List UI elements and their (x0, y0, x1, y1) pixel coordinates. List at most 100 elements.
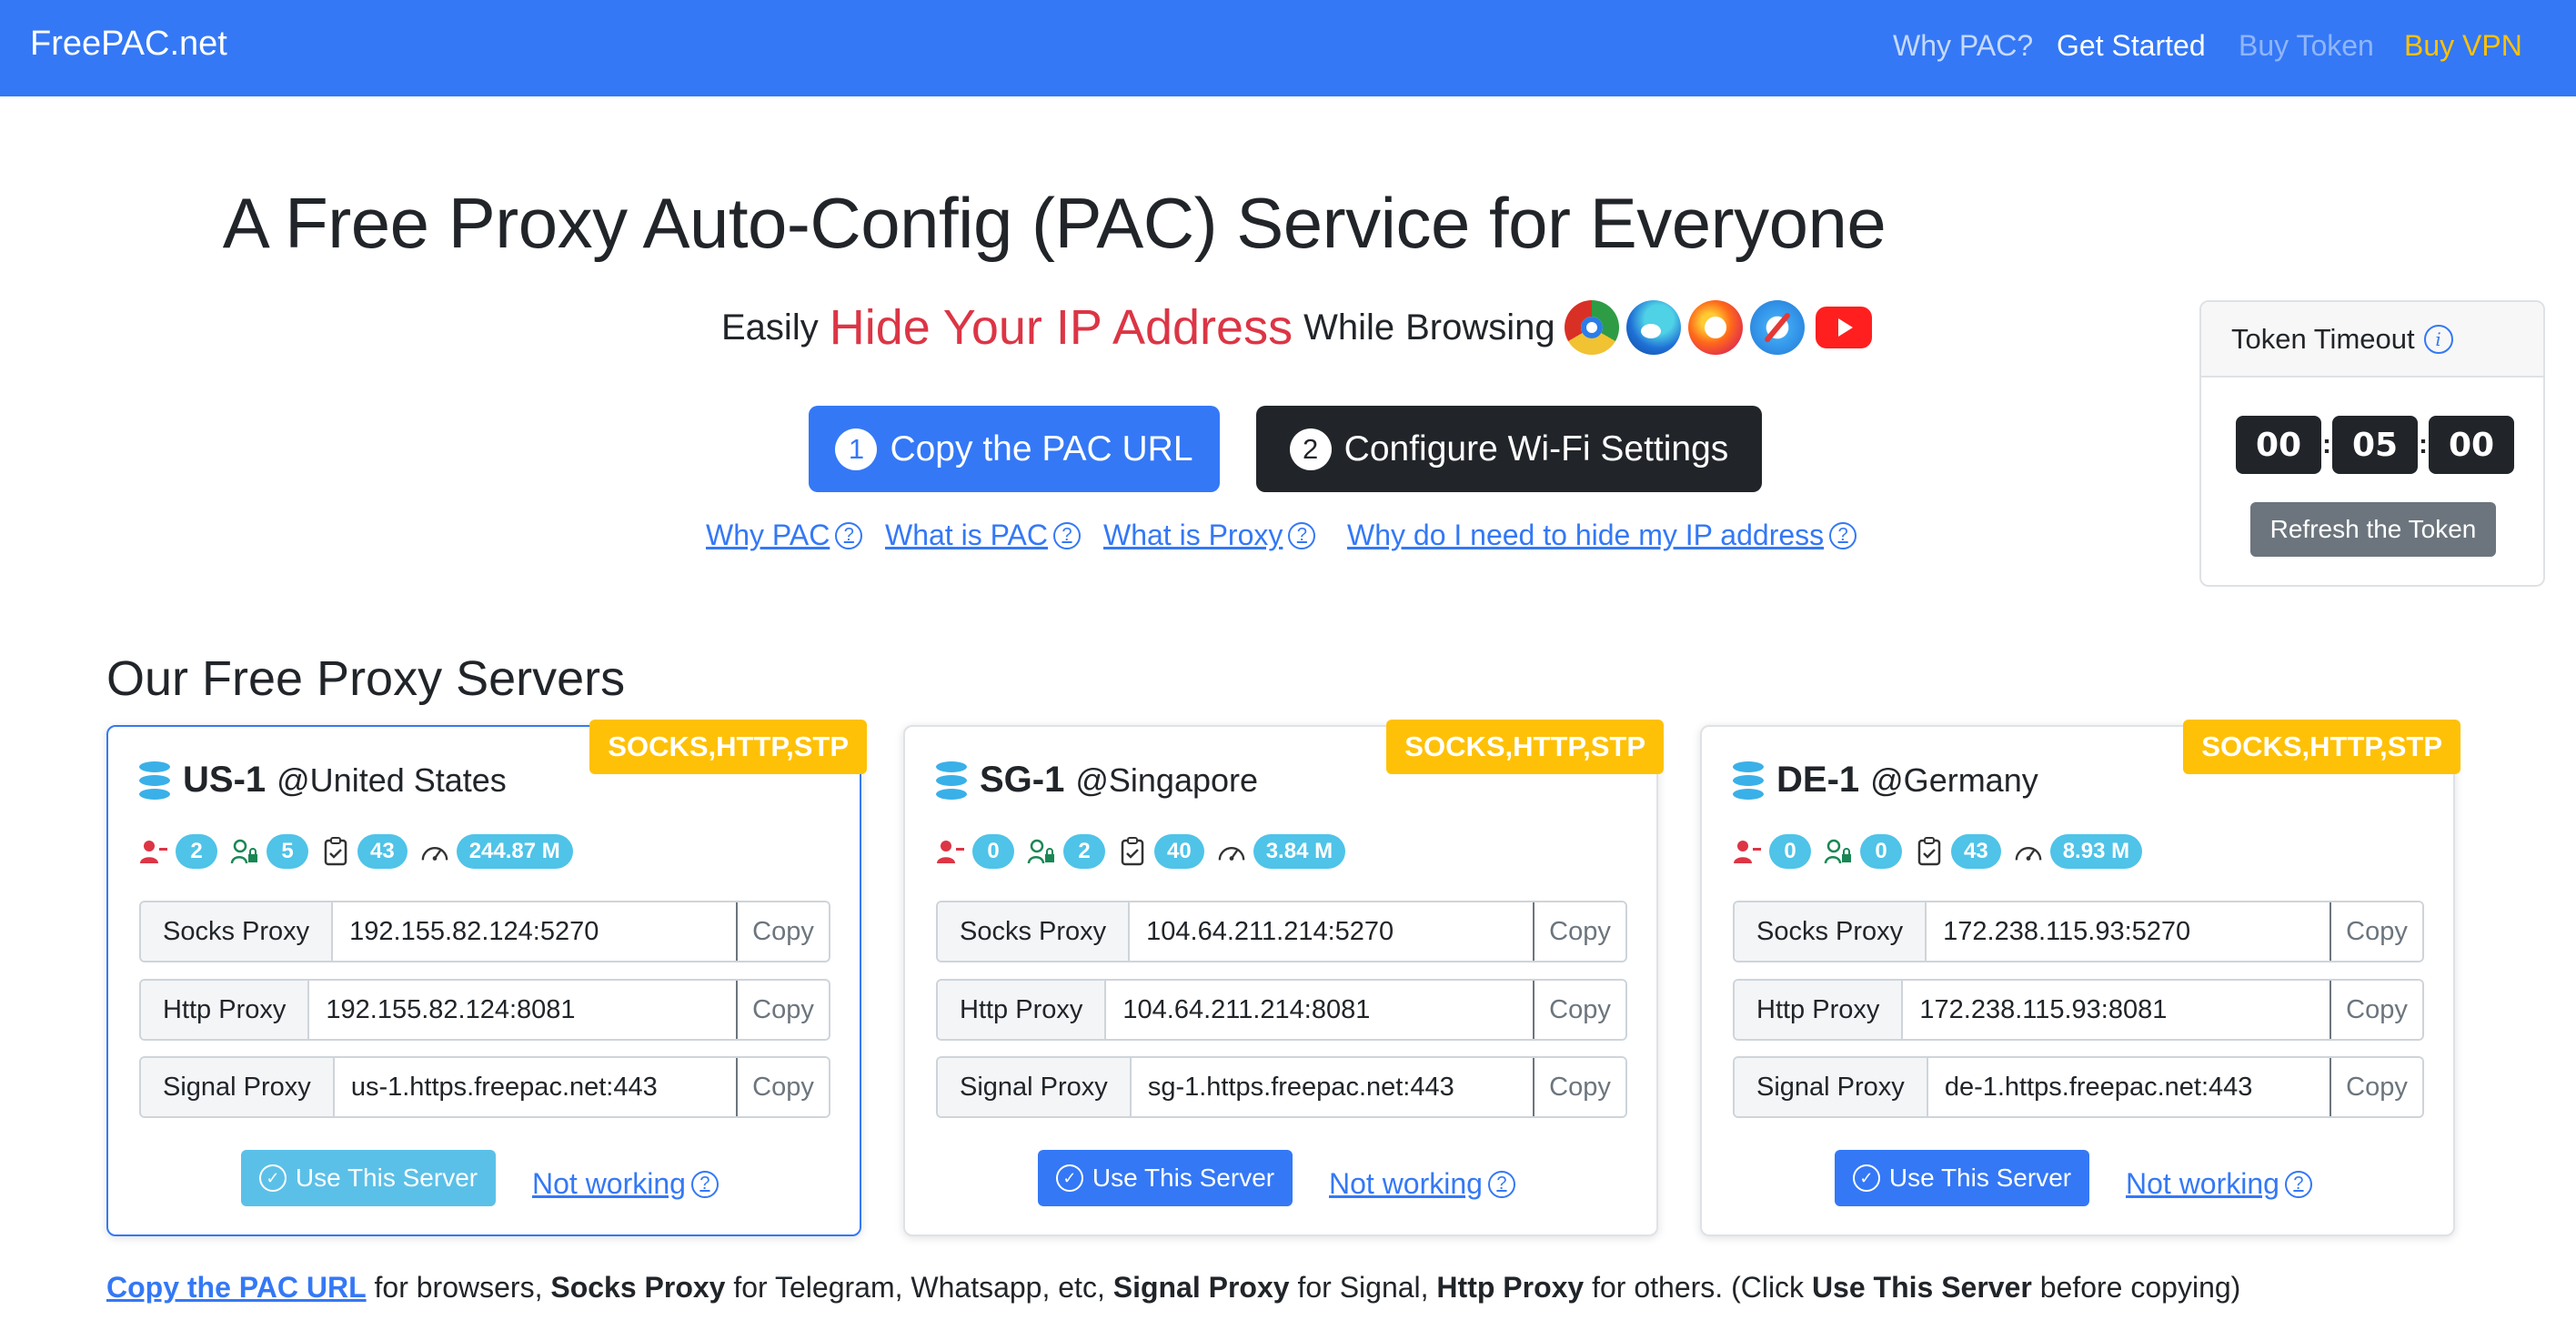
copy-socks-button[interactable]: Copy (736, 902, 829, 961)
configure-wifi-button[interactable]: 2 Configure Wi-Fi Settings (1256, 406, 1762, 492)
database-icon (936, 761, 967, 800)
refresh-token-button[interactable]: Refresh the Token (2250, 502, 2496, 557)
check-circle-icon: ✓ (1055, 1164, 1083, 1192)
help-link-why-pac[interactable]: Why PAC ? (706, 519, 863, 552)
info-icon[interactable]: i (2423, 324, 2453, 354)
nav-buy-token[interactable]: Buy Token (2239, 29, 2374, 63)
http-proxy-field[interactable]: 104.64.211.214:8081 (1106, 981, 1533, 1039)
timer-seconds: 00 (2429, 416, 2514, 474)
token-timeout-card: Token Timeout i 00 : 05 : 00 Refresh the… (2199, 300, 2545, 587)
socks-proxy-field[interactable]: 104.64.211.214:5270 (1130, 902, 1533, 961)
nav-get-started[interactable]: Get Started (2057, 29, 2206, 63)
http-proxy-field[interactable]: 172.238.115.93:8081 (1903, 981, 2329, 1039)
speedometer-icon (420, 838, 449, 865)
token-countdown: 00 : 05 : 00 (2236, 416, 2514, 474)
browser-icons (1564, 300, 1879, 355)
brand-logo[interactable]: FreePAC.net (30, 25, 227, 64)
server-location: @United States (277, 761, 507, 799)
copy-http-button[interactable]: Copy (2329, 981, 2422, 1039)
server-stats: 2 5 43 244.87 M (139, 834, 586, 869)
http-proxy-field[interactable]: 192.155.82.124:8081 (309, 981, 736, 1039)
signal-proxy-field[interactable]: de-1.https.freepac.net:443 (1928, 1058, 2329, 1116)
user-lock-icon (1824, 838, 1853, 865)
subtitle-part3: Browsing (1405, 307, 1555, 348)
server-card-de-1: SOCKS,HTTP,STP DE-1 @Germany 0 0 43 8.93… (1700, 720, 2460, 1236)
question-icon: ? (835, 521, 863, 549)
footer-copy-pac-link[interactable]: Copy the PAC URL (106, 1271, 367, 1304)
help-links: Why PAC ? What is PAC ? What is Proxy ? … (706, 519, 1888, 559)
traffic-amount: 8.93 M (2049, 834, 2143, 869)
copy-socks-button[interactable]: Copy (2329, 902, 2422, 961)
copy-socks-button[interactable]: Copy (1533, 902, 1625, 961)
help-link-what-is-pac[interactable]: What is PAC ? (885, 519, 1081, 552)
copy-signal-button[interactable]: Copy (736, 1058, 829, 1116)
use-this-server-button[interactable]: ✓ Use This Server (1038, 1150, 1293, 1206)
top-navbar: FreePAC.net Why PAC? Get Started Buy Tok… (0, 0, 2576, 96)
usage-note: Copy the PAC URL for browsers, Socks Pro… (106, 1271, 2240, 1305)
help-link-why-hide-ip[interactable]: Why do I need to hide my IP address ? (1347, 519, 1857, 552)
hero-title: A Free Proxy Auto-Config (PAC) Service f… (222, 183, 1887, 263)
server-stats: 0 2 40 3.84 M (936, 834, 1358, 869)
configure-wifi-label: Configure Wi-Fi Settings (1343, 428, 1729, 469)
edge-icon (1625, 300, 1681, 355)
socks-proxy-row: Socks Proxy 172.238.115.93:5270 Copy (1733, 901, 2424, 962)
database-icon (139, 761, 170, 800)
online-users-count: 2 (176, 834, 217, 869)
server-location: @Germany (1870, 761, 2038, 799)
server-title: SG-1 @Singapore (936, 760, 1258, 801)
signal-proxy-field[interactable]: sg-1.https.freepac.net:443 (1132, 1058, 1533, 1116)
not-working-link[interactable]: Not working ? (532, 1167, 719, 1201)
token-users-count: 2 (1063, 834, 1105, 869)
youtube-icon (1815, 307, 1872, 348)
clipboard-check-icon (321, 837, 350, 866)
token-card-title: Token Timeout (2231, 322, 2415, 355)
signal-proxy-row: Signal Proxy us-1.https.freepac.net:443 … (139, 1056, 830, 1118)
copy-pac-url-button[interactable]: 1 Copy the PAC URL (809, 406, 1220, 492)
http-proxy-label: Http Proxy (938, 981, 1107, 1039)
socks-proxy-row: Socks Proxy 104.64.211.214:5270 Copy (936, 901, 1627, 962)
question-icon: ? (690, 1170, 719, 1198)
use-this-server-label: Use This Server (295, 1164, 478, 1192)
stat-online-users: 0 (1733, 834, 1811, 869)
subtitle-part1: Easily (721, 307, 819, 348)
token-users-count: 5 (267, 834, 308, 869)
use-this-server-button[interactable]: ✓ Use This Server (1835, 1150, 2089, 1206)
servers-section-title: Our Free Proxy Servers (106, 651, 626, 706)
not-working-link[interactable]: Not working ? (2126, 1167, 2312, 1201)
socks-proxy-field[interactable]: 172.238.115.93:5270 (1927, 902, 2329, 961)
question-icon: ? (1829, 521, 1857, 549)
footer-text-4: for others. (Click (1584, 1271, 1812, 1304)
check-circle-icon: ✓ (258, 1164, 287, 1192)
protocols-badge: SOCKS,HTTP,STP (2183, 720, 2460, 774)
footer-text-3: for Signal, (1289, 1271, 1437, 1304)
signal-proxy-field[interactable]: us-1.https.freepac.net:443 (335, 1058, 736, 1116)
help-link-what-is-pac-label: What is PAC (885, 519, 1048, 551)
help-link-why-hide-ip-label: Why do I need to hide my IP address (1347, 519, 1825, 551)
server-title: DE-1 @Germany (1733, 760, 2038, 801)
clipboard-check-icon (1118, 837, 1147, 866)
copy-signal-button[interactable]: Copy (1533, 1058, 1625, 1116)
copy-http-button[interactable]: Copy (1533, 981, 1625, 1039)
footer-socks: Socks Proxy (550, 1271, 726, 1304)
stat-tasks: 43 (1915, 834, 2001, 869)
http-proxy-row: Http Proxy 172.238.115.93:8081 Copy (1733, 979, 2424, 1041)
use-this-server-button[interactable]: ✓ Use This Server (241, 1150, 496, 1206)
speedometer-icon (2014, 838, 2043, 865)
token-users-count: 0 (1860, 834, 1902, 869)
socks-proxy-field[interactable]: 192.155.82.124:5270 (333, 902, 736, 961)
not-working-link[interactable]: Not working ? (1329, 1167, 1515, 1201)
server-name: SG-1 (980, 760, 1065, 800)
not-working-label: Not working (1329, 1167, 1483, 1200)
socks-proxy-row: Socks Proxy 192.155.82.124:5270 Copy (139, 901, 830, 962)
nav-why-pac[interactable]: Why PAC? (1893, 29, 2033, 63)
stat-tasks: 43 (321, 834, 408, 869)
copy-pac-url-label: Copy the PAC URL (890, 428, 1193, 469)
safari-icon (1749, 300, 1805, 355)
users-icon (936, 838, 965, 865)
copy-http-button[interactable]: Copy (736, 981, 829, 1039)
tasks-count: 43 (1951, 834, 2001, 869)
help-link-what-is-proxy[interactable]: What is Proxy ? (1103, 519, 1316, 552)
copy-signal-button[interactable]: Copy (2329, 1058, 2422, 1116)
signal-proxy-row: Signal Proxy de-1.https.freepac.net:443 … (1733, 1056, 2424, 1118)
nav-buy-vpn[interactable]: Buy VPN (2404, 29, 2522, 63)
